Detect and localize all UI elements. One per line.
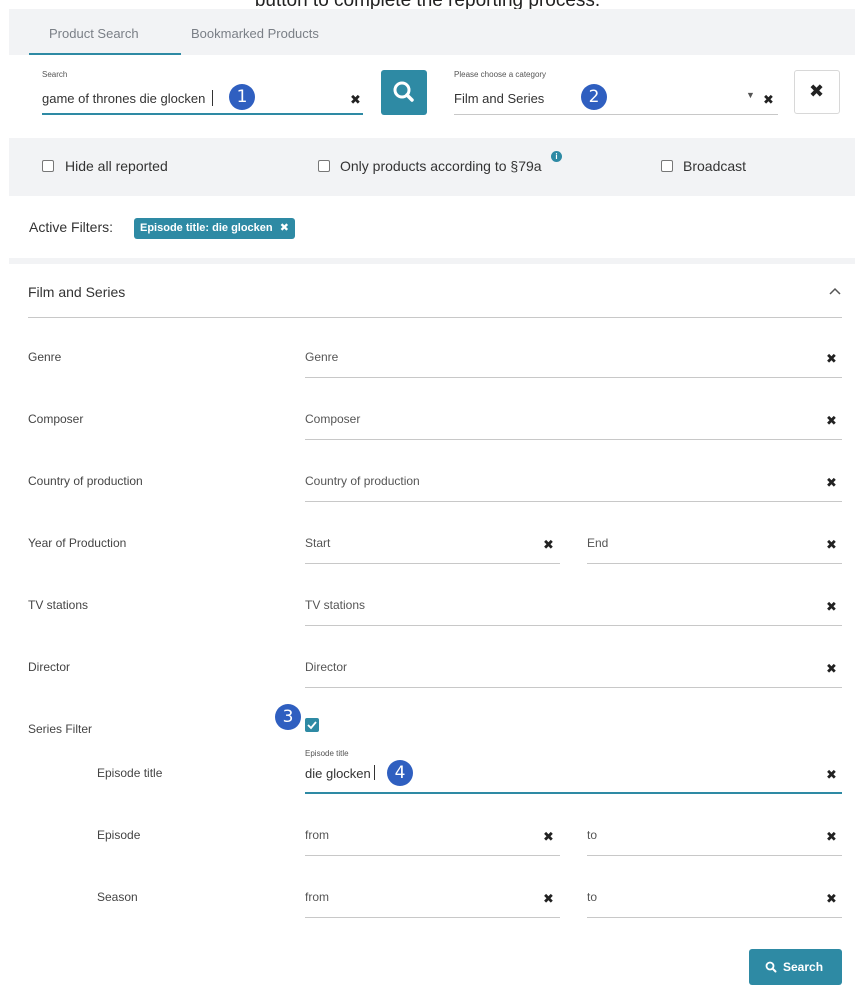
category-select[interactable]: Film and Series <box>454 91 544 106</box>
tab-bookmarked-products[interactable]: Bookmarked Products <box>191 26 319 41</box>
section-header-divider <box>28 317 842 318</box>
clear-search-icon[interactable]: ✖ <box>350 92 361 108</box>
search-icon <box>765 961 777 973</box>
clear-episode-from-icon[interactable]: ✖ <box>543 829 554 845</box>
search-input[interactable]: game of thrones die glocken <box>42 91 205 106</box>
only-79a-label: Only products according to §79a <box>340 158 542 174</box>
season-to-input[interactable]: to <box>587 890 597 904</box>
hide-reported-checkbox[interactable] <box>42 160 54 172</box>
search-input-underline <box>42 113 363 115</box>
year-end-underline <box>587 563 842 564</box>
episode-from-underline <box>305 855 560 856</box>
clear-season-from-icon[interactable]: ✖ <box>543 891 554 907</box>
clear-genre-icon[interactable]: ✖ <box>826 351 837 367</box>
clear-all-button[interactable]: ✖ <box>794 70 840 114</box>
tv-underline <box>305 625 842 626</box>
series-filter-checkbox[interactable] <box>305 718 319 732</box>
year-label: Year of Production <box>28 536 127 550</box>
episode-title-underline <box>305 792 842 794</box>
marker-4: 4 <box>387 760 413 786</box>
clear-year-end-icon[interactable]: ✖ <box>826 537 837 553</box>
clear-composer-icon[interactable]: ✖ <box>826 413 837 429</box>
country-underline <box>305 501 842 502</box>
clear-year-start-icon[interactable]: ✖ <box>543 537 554 553</box>
section-title: Film and Series <box>28 284 126 300</box>
country-label: Country of production <box>28 474 143 488</box>
episode-title-label: Episode title <box>97 766 163 780</box>
info-icon[interactable]: i <box>551 151 562 162</box>
series-filter-label: Series Filter <box>28 722 93 736</box>
broadcast-checkbox[interactable] <box>661 160 673 172</box>
tab-bar: Product Search Bookmarked Products <box>9 9 855 55</box>
composer-label: Composer <box>28 412 84 426</box>
active-filter-chip[interactable]: Episode title: die glocken ✖ <box>134 218 295 239</box>
episode-to-input[interactable]: to <box>587 828 597 842</box>
clear-director-icon[interactable]: ✖ <box>826 661 837 677</box>
genre-label: Genre <box>28 350 62 364</box>
tab-product-search[interactable]: Product Search <box>49 26 139 41</box>
year-end-input[interactable]: End <box>587 536 608 550</box>
episode-title-field-label: Episode title <box>305 749 349 758</box>
episode-to-underline <box>587 855 842 856</box>
season-label: Season <box>97 890 138 904</box>
caret-down-icon[interactable]: ▼ <box>746 90 755 100</box>
marker-2: 2 <box>581 84 607 110</box>
tv-input[interactable]: TV stations <box>305 598 365 612</box>
category-underline <box>454 114 778 115</box>
search-icon <box>393 81 414 102</box>
search-button[interactable]: Search <box>749 949 842 985</box>
active-filters-label: Active Filters: <box>29 219 114 235</box>
clear-episode-title-icon[interactable]: ✖ <box>826 767 837 783</box>
composer-input[interactable]: Composer <box>305 412 360 426</box>
check-icon <box>307 721 317 730</box>
only-79a-checkbox[interactable] <box>318 160 330 172</box>
director-underline <box>305 687 842 688</box>
search-button-label: Search <box>783 960 824 974</box>
text-cursor <box>374 765 375 780</box>
clear-season-to-icon[interactable]: ✖ <box>826 891 837 907</box>
clear-category-icon[interactable]: ✖ <box>763 92 774 108</box>
broadcast-label: Broadcast <box>683 158 747 174</box>
section-separator <box>9 258 855 264</box>
search-submit-button[interactable] <box>381 70 427 115</box>
episode-label: Episode <box>97 828 141 842</box>
genre-input[interactable]: Genre <box>305 350 338 364</box>
close-icon: ✖ <box>809 81 825 101</box>
year-start-underline <box>305 563 560 564</box>
episode-title-input[interactable]: die glocken <box>305 766 371 781</box>
season-from-underline <box>305 917 560 918</box>
director-label: Director <box>28 660 71 674</box>
season-to-underline <box>587 917 842 918</box>
director-input[interactable]: Director <box>305 660 347 674</box>
chevron-up-icon[interactable] <box>826 282 844 300</box>
marker-3: 3 <box>275 704 301 730</box>
season-from-input[interactable]: from <box>305 890 329 904</box>
marker-1: 1 <box>229 84 255 110</box>
clear-tv-icon[interactable]: ✖ <box>826 599 837 615</box>
category-label: Please choose a category <box>454 70 547 79</box>
hide-reported-label: Hide all reported <box>65 158 168 174</box>
search-field-label: Search <box>42 70 68 79</box>
genre-underline <box>305 377 842 378</box>
active-filter-chip-label: Episode title: die glocken <box>140 222 273 234</box>
text-cursor <box>212 90 213 106</box>
composer-underline <box>305 439 842 440</box>
episode-from-input[interactable]: from <box>305 828 329 842</box>
year-start-input[interactable]: Start <box>305 536 330 550</box>
remove-filter-icon[interactable]: ✖ <box>280 222 289 234</box>
tv-label: TV stations <box>28 598 89 612</box>
country-input[interactable]: Country of production <box>305 474 420 488</box>
clear-country-icon[interactable]: ✖ <box>826 475 837 491</box>
clear-episode-to-icon[interactable]: ✖ <box>826 829 837 845</box>
